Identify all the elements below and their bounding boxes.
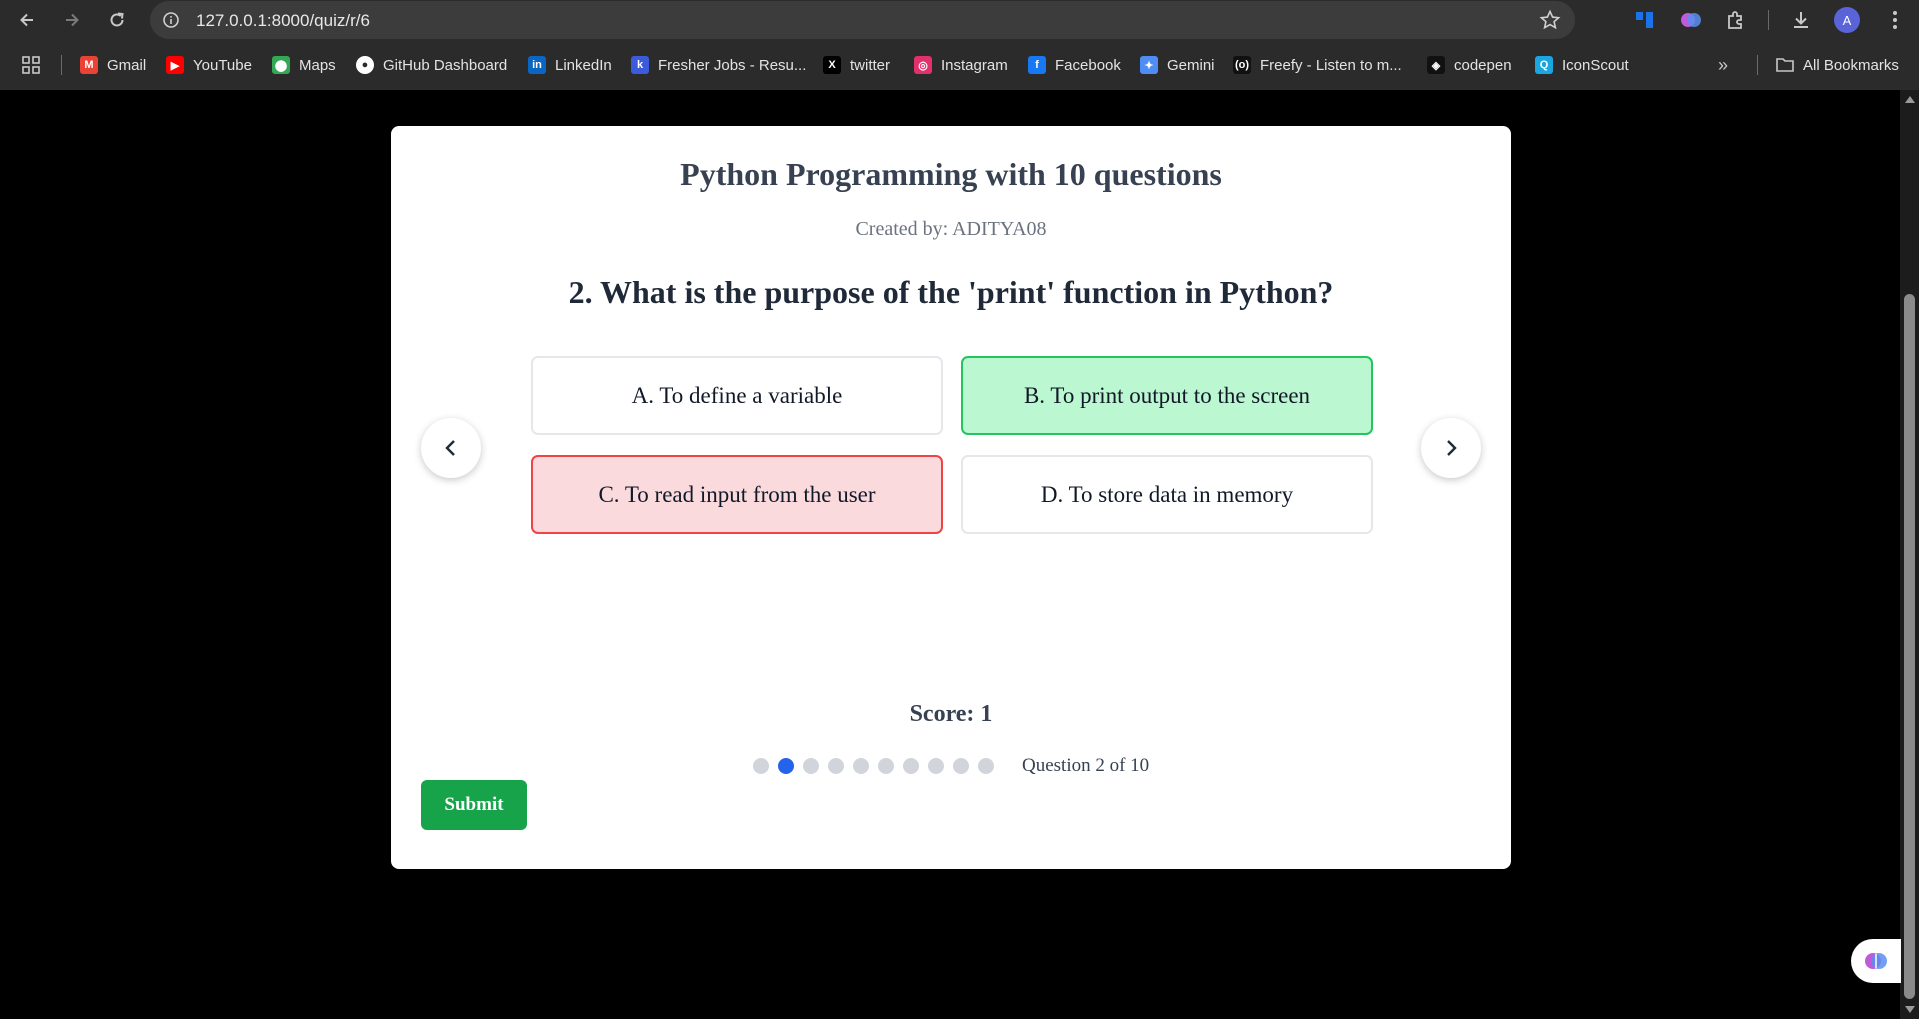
brain-icon bbox=[1865, 953, 1887, 969]
question-dot-4[interactable] bbox=[828, 758, 844, 774]
bookmarks-divider bbox=[61, 55, 62, 75]
next-question-button[interactable] bbox=[1421, 418, 1481, 478]
previous-question-button[interactable] bbox=[421, 418, 481, 478]
bookmark-fresher-jobs[interactable]: k Fresher Jobs - Resu... bbox=[631, 53, 806, 77]
option-c[interactable]: C. To read input from the user bbox=[531, 455, 943, 534]
question-dot-2[interactable] bbox=[778, 758, 794, 774]
extensions-puzzle-icon[interactable] bbox=[1721, 5, 1751, 35]
bookmark-x[interactable]: Xtwitter bbox=[823, 53, 890, 77]
bookmark-label: Maps bbox=[299, 56, 336, 74]
github-icon: ● bbox=[356, 56, 374, 74]
bookmark-label: Freefy - Listen to m... bbox=[1260, 56, 1402, 74]
quiz-title: Python Programming with 10 questions bbox=[680, 156, 1222, 192]
bookmark-linkedin[interactable]: in LinkedIn bbox=[528, 53, 612, 77]
option-b[interactable]: B. To print output to the screen bbox=[961, 356, 1373, 435]
profile-avatar[interactable]: A bbox=[1834, 7, 1860, 33]
bookmark-github[interactable]: ● GitHub Dashboard bbox=[356, 53, 507, 77]
bookmark-instagram[interactable]: ◎ Instagram bbox=[914, 53, 1008, 77]
iconscout-icon: Q bbox=[1535, 56, 1553, 74]
chevron-right-icon bbox=[1447, 440, 1457, 456]
gmail-icon: M bbox=[80, 56, 98, 74]
instagram-icon: ◎ bbox=[914, 56, 932, 74]
floating-brain-widget[interactable] bbox=[1851, 939, 1901, 983]
bookmarks-bar: M Gmail ▶ YouTube ⬤ Maps ● GitHub Dashboard in Li… bbox=[0, 40, 1919, 90]
scroll-down-arrow-icon[interactable] bbox=[1905, 1006, 1915, 1013]
youtube-icon: ▶ bbox=[166, 56, 184, 74]
bookmark-youtube[interactable]: ▶ YouTube bbox=[166, 53, 252, 77]
linkedin-icon: in bbox=[528, 56, 546, 74]
question-dot-6[interactable] bbox=[878, 758, 894, 774]
folder-icon bbox=[1776, 56, 1794, 74]
score-display: Score: 1 bbox=[909, 701, 993, 727]
freefy-icon: (o) bbox=[1233, 56, 1251, 74]
extension-trello-icon[interactable] bbox=[1630, 5, 1660, 35]
quiz-creator: Created by: ADITYA08 bbox=[855, 218, 1047, 240]
toolbar-divider bbox=[1768, 10, 1769, 30]
forward-button[interactable] bbox=[57, 5, 87, 35]
bookmark-label: LinkedIn bbox=[555, 56, 612, 74]
browser-toolbar: 127.0.0.1:8000/quiz/r/6 A bbox=[0, 0, 1919, 40]
codepen-icon: ◈ bbox=[1427, 56, 1445, 74]
bookmark-maps[interactable]: ⬤ Maps bbox=[272, 53, 336, 77]
question-dots bbox=[753, 758, 994, 774]
reload-button[interactable] bbox=[102, 5, 132, 35]
chevron-left-icon bbox=[445, 440, 455, 456]
bookmark-gemini[interactable]: ✦ Gemini bbox=[1140, 53, 1215, 77]
bookmark-label: Facebook bbox=[1055, 56, 1121, 74]
all-bookmarks[interactable]: All Bookmarks bbox=[1776, 53, 1899, 77]
question-dot-7[interactable] bbox=[903, 758, 919, 774]
bookmarks-divider-right bbox=[1757, 55, 1758, 75]
bookmark-label: codepen bbox=[1454, 56, 1512, 74]
browser-menu-icon[interactable] bbox=[1880, 5, 1910, 35]
reload-icon bbox=[110, 12, 124, 27]
bookmark-label: Fresher Jobs - Resu... bbox=[658, 56, 807, 74]
question-dot-1[interactable] bbox=[753, 758, 769, 774]
facebook-icon: f bbox=[1028, 56, 1046, 74]
question-dot-5[interactable] bbox=[853, 758, 869, 774]
address-bar[interactable]: 127.0.0.1:8000/quiz/r/6 bbox=[150, 1, 1575, 39]
bookmark-label: IconScout bbox=[1562, 56, 1629, 74]
scrollbar-thumb[interactable] bbox=[1904, 294, 1915, 999]
option-d[interactable]: D. To store data in memory bbox=[961, 455, 1373, 534]
bookmark-iconscout[interactable]: Q IconScout bbox=[1535, 53, 1629, 77]
question-dot-3[interactable] bbox=[803, 758, 819, 774]
bookmark-label: YouTube bbox=[193, 56, 252, 74]
quiz-card: Python Programming with 10 questions Cre… bbox=[391, 126, 1511, 869]
page-scrollbar[interactable] bbox=[1900, 90, 1919, 1019]
all-bookmarks-label: All Bookmarks bbox=[1803, 56, 1899, 74]
bookmark-label: twitter bbox=[850, 56, 891, 74]
url-text[interactable]: 127.0.0.1:8000/quiz/r/6 bbox=[196, 11, 370, 31]
question-progress: Question 2 of 10 bbox=[1022, 755, 1150, 776]
question-dot-9[interactable] bbox=[953, 758, 969, 774]
bookmark-label: GitHub Dashboard bbox=[383, 56, 508, 74]
question-text: 2. What is the purpose of the 'print' fu… bbox=[568, 274, 1334, 310]
gemini-icon: ✦ bbox=[1140, 56, 1158, 74]
bookmark-label: Gemini bbox=[1167, 56, 1215, 74]
question-dot-10[interactable] bbox=[978, 758, 994, 774]
x-icon: X bbox=[823, 56, 841, 74]
bookmark-label: Gmail bbox=[107, 56, 147, 74]
bookmark-gmail[interactable]: M Gmail bbox=[80, 53, 146, 77]
back-button[interactable] bbox=[12, 5, 42, 35]
more-bookmarks-icon[interactable]: » bbox=[1718, 53, 1728, 77]
arrow-left-icon bbox=[20, 13, 33, 27]
extension-brain-icon[interactable] bbox=[1676, 5, 1706, 35]
question-dot-8[interactable] bbox=[928, 758, 944, 774]
bookmark-codepen[interactable]: ◈ codepen bbox=[1427, 53, 1512, 77]
downloads-icon[interactable] bbox=[1786, 5, 1816, 35]
site-info-icon[interactable] bbox=[161, 10, 181, 30]
bookmark-facebook[interactable]: f Facebook bbox=[1028, 53, 1121, 77]
fresher-jobs-icon: k bbox=[631, 56, 649, 74]
scroll-up-arrow-icon[interactable] bbox=[1905, 96, 1915, 103]
arrow-right-icon bbox=[66, 13, 79, 27]
bookmark-star-icon[interactable] bbox=[1539, 9, 1561, 36]
maps-icon: ⬤ bbox=[272, 56, 290, 74]
bookmark-freefy[interactable]: (o) Freefy - Listen to m... bbox=[1233, 53, 1402, 77]
submit-button[interactable]: Submit bbox=[421, 780, 527, 830]
bookmark-label: Instagram bbox=[941, 56, 1008, 74]
option-a[interactable]: A. To define a variable bbox=[531, 356, 943, 435]
apps-grid-icon[interactable] bbox=[22, 53, 40, 77]
